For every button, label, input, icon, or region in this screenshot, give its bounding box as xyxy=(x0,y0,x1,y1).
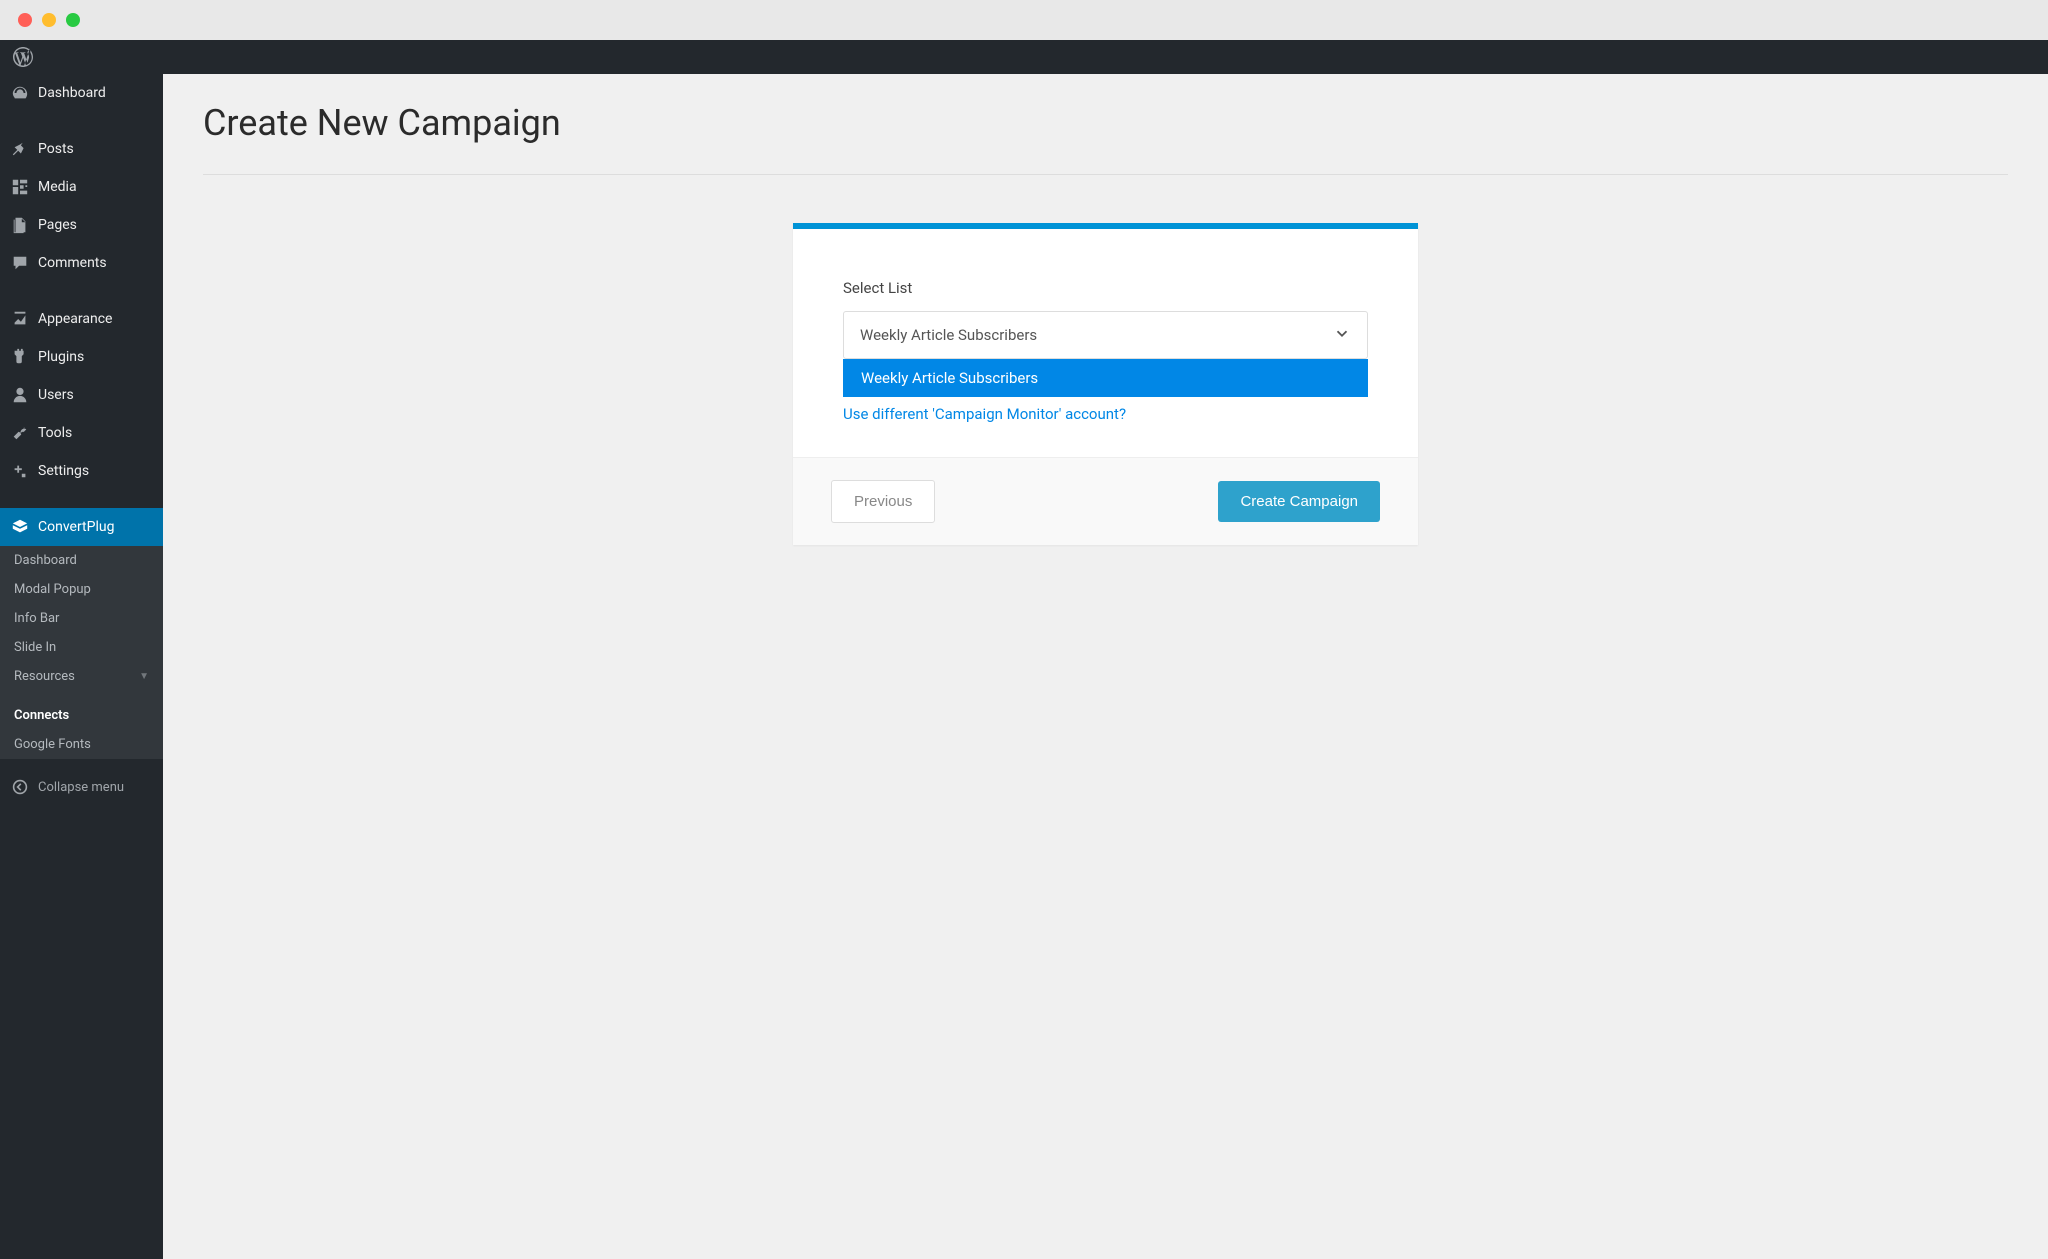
media-icon xyxy=(10,177,30,197)
pin-icon xyxy=(10,139,30,159)
sidebar-item-pages[interactable]: Pages xyxy=(0,206,163,244)
submenu-item-slide-in[interactable]: Slide In xyxy=(0,633,163,662)
tools-icon xyxy=(10,423,30,443)
sidebar-item-appearance[interactable]: Appearance xyxy=(0,300,163,338)
divider xyxy=(203,174,2008,175)
dashboard-icon xyxy=(10,83,30,103)
traffic-light-close[interactable] xyxy=(18,13,32,27)
sidebar-item-label: Pages xyxy=(38,217,77,233)
card-footer: Previous Create Campaign xyxy=(793,457,1418,545)
sidebar-item-label: Posts xyxy=(38,141,74,157)
traffic-light-maximize[interactable] xyxy=(66,13,80,27)
plugins-icon xyxy=(10,347,30,367)
sidebar-item-dashboard[interactable]: Dashboard xyxy=(0,74,163,112)
previous-button[interactable]: Previous xyxy=(831,480,935,523)
chevron-down-icon xyxy=(1333,324,1351,346)
submenu-item-connects[interactable]: Connects xyxy=(0,701,163,730)
sidebar-item-users[interactable]: Users xyxy=(0,376,163,414)
convertplug-icon xyxy=(10,517,30,537)
dropdown-option-weekly[interactable]: Weekly Article Subscribers xyxy=(843,359,1368,397)
sidebar-item-tools[interactable]: Tools xyxy=(0,414,163,452)
users-icon xyxy=(10,385,30,405)
select-value: Weekly Article Subscribers xyxy=(860,326,1037,344)
collapse-menu-button[interactable]: Collapse menu xyxy=(0,767,163,807)
sidebar-item-posts[interactable]: Posts xyxy=(0,130,163,168)
appearance-icon xyxy=(10,309,30,329)
admin-sidebar: Dashboard Posts Media Pages Comments App xyxy=(0,74,163,1259)
main-content: Create New Campaign Select List Weekly A… xyxy=(163,74,2048,1259)
sidebar-item-label: Dashboard xyxy=(38,85,106,101)
sidebar-item-plugins[interactable]: Plugins xyxy=(0,338,163,376)
traffic-light-minimize[interactable] xyxy=(42,13,56,27)
sidebar-item-label: Settings xyxy=(38,463,89,479)
wordpress-logo-icon[interactable] xyxy=(13,47,33,67)
sidebar-item-label: Users xyxy=(38,387,74,403)
sidebar-item-comments[interactable]: Comments xyxy=(0,244,163,282)
browser-chrome xyxy=(0,0,2048,40)
sidebar-item-settings[interactable]: Settings xyxy=(0,452,163,490)
sidebar-item-label: Appearance xyxy=(38,311,112,327)
submenu-item-info-bar[interactable]: Info Bar xyxy=(0,604,163,633)
sidebar-item-label: Tools xyxy=(38,425,72,441)
submenu-convertplug: Dashboard Modal Popup Info Bar Slide In … xyxy=(0,546,163,759)
select-list-dropdown[interactable]: Weekly Article Subscribers xyxy=(843,311,1368,359)
sidebar-item-label: Plugins xyxy=(38,349,84,365)
settings-icon xyxy=(10,461,30,481)
pages-icon xyxy=(10,215,30,235)
sidebar-item-convertplug[interactable]: ConvertPlug xyxy=(0,508,163,546)
sidebar-item-label: ConvertPlug xyxy=(38,519,114,535)
create-campaign-button[interactable]: Create Campaign xyxy=(1218,481,1380,522)
sidebar-item-media[interactable]: Media xyxy=(0,168,163,206)
campaign-card: Select List Weekly Article Subscribers W… xyxy=(793,223,1418,545)
submenu-item-modal-popup[interactable]: Modal Popup xyxy=(0,575,163,604)
use-different-account-link[interactable]: Use different 'Campaign Monitor' account… xyxy=(843,397,1126,423)
page-title: Create New Campaign xyxy=(203,102,2008,144)
submenu-item-google-fonts[interactable]: Google Fonts xyxy=(0,730,163,759)
select-list-label: Select List xyxy=(843,279,1368,297)
sidebar-item-label: Comments xyxy=(38,255,107,271)
chevron-down-icon: ▼ xyxy=(139,671,149,682)
wp-admin-bar xyxy=(0,40,2048,74)
collapse-icon xyxy=(10,777,30,797)
comments-icon xyxy=(10,253,30,273)
submenu-item-resources[interactable]: Resources ▼ xyxy=(0,662,163,691)
collapse-label: Collapse menu xyxy=(38,780,124,795)
submenu-item-dashboard[interactable]: Dashboard xyxy=(0,546,163,575)
sidebar-item-label: Media xyxy=(38,179,77,195)
